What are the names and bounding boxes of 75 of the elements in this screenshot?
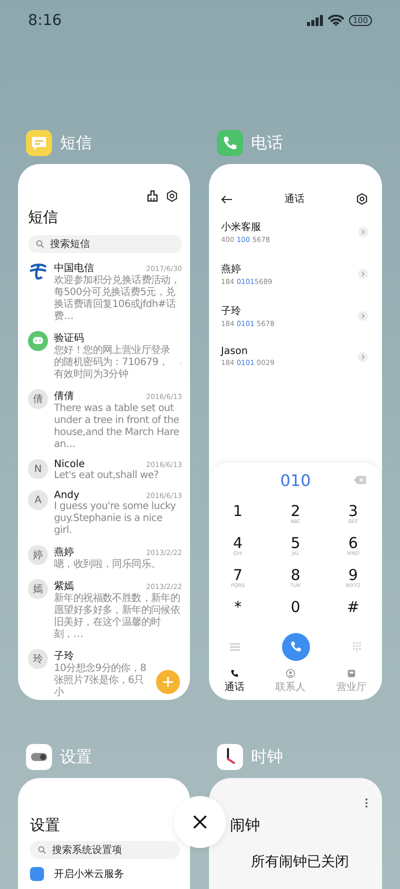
dialed-number: 010 [280,471,311,490]
contact-avatar: 婷 [28,545,48,565]
chat-avatar-icon [28,331,48,351]
contact-avatar: 玲 [28,649,48,669]
screen-title: 设置 [30,816,61,835]
message-preview: I guess you're some lucky guy.Stephanie is a nice girl. [54,501,177,537]
bottom-tab[interactable]: 通话 [224,669,244,694]
clock-time: 8:16 [28,11,62,29]
details-icon[interactable] [358,352,368,362]
dial-key[interactable]: 1 [209,503,267,527]
search-icon [36,240,44,248]
add-button[interactable] [156,670,180,694]
details-icon[interactable] [358,311,368,321]
contact-avatar: 嫣 [28,579,48,599]
sender-name: Nicole [54,459,85,470]
telecom-logo-icon [28,261,48,281]
sender-name: 倩倩 [54,390,74,403]
backspace-icon[interactable] [354,476,366,484]
sender-name: 子玲 [54,650,74,663]
app-name: 时钟 [251,746,283,768]
dial-key[interactable]: 0 [266,599,324,623]
message-preview: Let's eat out,shall we? [54,470,159,482]
sender-name: 验证码 [54,332,84,345]
setting-label[interactable]: 开启小米云服务 [54,867,124,881]
message-preview: 10分想念9分的你，8张照片7张是你，6只小 [54,663,148,699]
dialpad-icon[interactable] [352,642,361,652]
dial-key[interactable]: # [324,599,382,623]
message-preview: There was a table set out under a tree in front of the house,and the March Hare an… [54,403,180,451]
contact-name: 子玲 [221,305,242,318]
settings-icon[interactable] [166,190,178,202]
dial-key[interactable]: * [209,599,267,623]
phone-icon[interactable] [217,130,243,156]
search-icon [38,846,46,854]
sender-name: Andy [54,490,80,501]
close-icon [193,815,207,829]
store-icon [347,669,356,678]
contact-name: 燕婷 [221,262,242,276]
empty-message: 所有闹钟已关闭 [250,853,350,871]
message-preview: 新年的祝福数不胜数，新年的愿望好多好多，新年的问候依旧美好，在这个温馨的时刻，… [54,593,182,641]
search-field[interactable]: 搜索短信 [28,235,182,253]
phone-icon [230,669,239,678]
contact-name: 小米客服 [221,220,262,234]
toggle-icon[interactable] [26,744,52,770]
contact-avatar: A [28,490,48,510]
message-preview: 嗯，收到啦，同乐同乐。 [54,559,161,571]
sender-name: 中国电信 [54,262,94,274]
screen-title: 通话 [284,192,304,206]
app-preview-card[interactable]: 设置 搜索系统设置项 开启小米云服务 [18,778,190,889]
screen-title: 短信 [28,208,59,227]
message-preview: 您好！您的网上营业厅登录的随机密码为：710679，有效时间为3分钟 [54,345,172,381]
sender-name: 紫嫣 [54,580,74,592]
signal-icon [306,14,323,26]
settings-icon[interactable] [356,193,368,205]
details-icon[interactable] [358,269,368,279]
app-name: 短信 [60,132,92,154]
message-preview: 欢迎参加积分兑换话费活动，每500分可兑换话费5元，兑换话费请回复106或jfdh#话费… [54,275,182,323]
clock-icon[interactable] [217,744,243,770]
screen-title: 闹钟 [230,816,261,835]
contact-avatar: 倩 [28,389,48,409]
details-icon[interactable] [358,227,368,237]
back-arrow-icon[interactable] [221,194,233,204]
app-preview-card[interactable]: 闹钟 所有闹钟已关闭 [209,778,382,889]
wifi-icon [328,14,344,26]
more-icon[interactable] [365,798,368,808]
message-bubble-icon[interactable] [26,130,52,156]
app-name: 设置 [60,746,92,768]
contact-avatar: N [28,459,48,479]
menu-icon[interactable] [230,643,240,651]
call-button[interactable] [282,633,310,661]
app-name: 电话 [251,132,283,154]
person-icon [286,669,295,678]
battery-level: 100 [348,14,372,26]
search-field[interactable]: 搜索系统设置项 [30,841,180,859]
contact-name: Jason [221,346,249,357]
sender-name: 燕婷 [54,546,74,559]
